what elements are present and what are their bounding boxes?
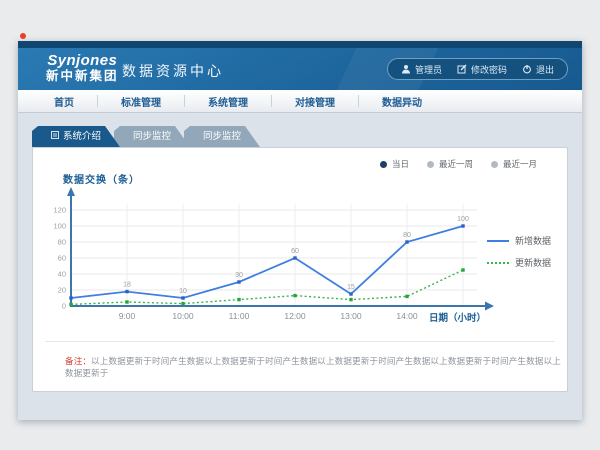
user-icon <box>401 64 411 74</box>
logo-cn-text: 新中新集团 <box>46 69 119 83</box>
main-nav: 首页 标准管理 系统管理 对接管理 数据异动 <box>18 90 582 113</box>
user-toolbar: 管理员 修改密码 退出 <box>387 58 568 80</box>
svg-text:15: 15 <box>347 284 355 291</box>
nav-separator <box>358 95 359 107</box>
footnote-text: 以上数据更新于时间产生数据以上数据更新于时间产生数据以上数据更新于时间产生数据以… <box>65 356 561 378</box>
svg-text:9:00: 9:00 <box>119 311 136 321</box>
nav-item-home[interactable]: 首页 <box>54 94 74 109</box>
svg-text:13:00: 13:00 <box>340 311 362 321</box>
svg-text:80: 80 <box>58 238 66 247</box>
svg-text:40: 40 <box>58 270 66 279</box>
radio-dot <box>491 161 498 168</box>
series-legend: 新增数据 更新数据 <box>487 234 551 269</box>
chart-panel: 当日 最近一周 最近一月 数据交换（条） 0 20 40 60 80 100 120 9:00… <box>32 147 568 392</box>
range-option-last-week[interactable]: 最近一周 <box>427 158 473 170</box>
page-title: 数据资源中心 <box>122 61 224 81</box>
tab-bar: 系统介绍 同步监控 同步监控 <box>32 126 568 147</box>
time-range-selector: 当日 最近一周 最近一月 <box>380 158 537 170</box>
legend-item-updated-data: 更新数据 <box>487 256 551 269</box>
radio-dot <box>427 161 434 168</box>
blue-line-sample <box>487 240 509 242</box>
window-top-strip <box>18 41 582 48</box>
logout-button[interactable]: 退出 <box>522 63 554 76</box>
green-dotted-line-sample <box>487 262 509 264</box>
tab-label: 系统介绍 <box>63 126 101 147</box>
svg-text:100: 100 <box>457 216 469 223</box>
nav-item-system-mgmt[interactable]: 系统管理 <box>208 94 248 109</box>
red-record-dot <box>20 33 26 39</box>
content-area: 系统介绍 同步监控 同步监控 当日 最近一周 <box>18 113 582 392</box>
tab-system-intro[interactable]: 系统介绍 <box>32 126 120 147</box>
power-icon <box>522 64 532 74</box>
range-option-last-month[interactable]: 最近一月 <box>491 158 537 170</box>
svg-text:12:00: 12:00 <box>284 311 306 321</box>
legend-label: 更新数据 <box>515 256 551 269</box>
edit-icon <box>457 64 467 74</box>
change-password-button[interactable]: 修改密码 <box>457 63 507 76</box>
range-option-today[interactable]: 当日 <box>380 158 409 170</box>
svg-text:10:00: 10:00 <box>172 311 194 321</box>
svg-text:10: 10 <box>179 288 187 295</box>
legend-item-new-data: 新增数据 <box>487 234 551 247</box>
logo-en-text: Synjones <box>46 52 119 69</box>
x-axis-title: 日期（小时） <box>429 310 486 324</box>
app-header: Synjones 新中新集团 数据资源中心 管理员 修改密码 退出 <box>18 48 582 90</box>
svg-text:30: 30 <box>235 272 243 279</box>
range-label: 最近一月 <box>503 158 537 170</box>
app-window: Synjones 新中新集团 数据资源中心 管理员 修改密码 退出 <box>18 41 582 420</box>
svg-text:18: 18 <box>123 282 131 289</box>
radio-dot <box>380 161 387 168</box>
nav-separator <box>97 95 98 107</box>
y-axis-title: 数据交换（条） <box>63 171 140 186</box>
line-chart: 0 20 40 60 80 100 120 9:00 10:00 11:00 12:00 13:00 1… <box>41 186 511 326</box>
legend-label: 新增数据 <box>515 234 551 247</box>
user-name-label: 管理员 <box>415 63 442 76</box>
svg-text:14:00: 14:00 <box>396 311 418 321</box>
change-password-label: 修改密码 <box>471 63 507 76</box>
logout-label: 退出 <box>536 63 554 76</box>
svg-text:60: 60 <box>291 248 299 255</box>
logo: Synjones 新中新集团 <box>46 52 119 84</box>
svg-text:60: 60 <box>58 254 66 263</box>
tab-sync-monitor-2[interactable]: 同步监控 <box>184 126 260 147</box>
document-icon <box>51 126 59 147</box>
nav-item-standard-mgmt[interactable]: 标准管理 <box>121 94 161 109</box>
svg-text:100: 100 <box>53 222 66 231</box>
svg-text:11:00: 11:00 <box>229 311 250 321</box>
current-user[interactable]: 管理员 <box>401 63 442 76</box>
nav-item-interface-mgmt[interactable]: 对接管理 <box>295 94 335 109</box>
panel-divider <box>45 341 555 342</box>
range-label: 最近一周 <box>439 158 473 170</box>
svg-text:0: 0 <box>62 302 66 311</box>
tab-sync-monitor-1[interactable]: 同步监控 <box>114 126 190 147</box>
range-label: 当日 <box>392 158 409 170</box>
svg-text:80: 80 <box>403 232 411 239</box>
nav-item-data-change[interactable]: 数据异动 <box>382 94 422 109</box>
footnote: 备注：以上数据更新于时间产生数据以上数据更新于时间产生数据以上数据更新于时间产生… <box>65 355 567 379</box>
svg-text:20: 20 <box>58 286 66 295</box>
nav-separator <box>271 95 272 107</box>
nav-separator <box>184 95 185 107</box>
footnote-prefix: 备注： <box>65 356 91 366</box>
tab-label: 同步监控 <box>203 126 241 147</box>
tab-label: 同步监控 <box>133 126 171 147</box>
svg-text:120: 120 <box>53 206 66 215</box>
